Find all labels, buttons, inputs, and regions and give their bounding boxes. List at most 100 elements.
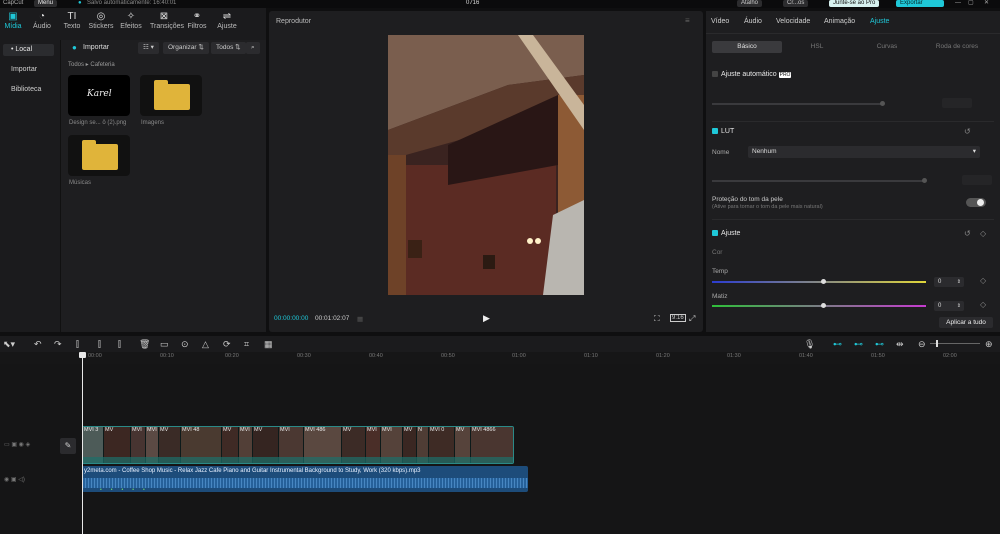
track-cover-icon[interactable]: ▭ ▣ ◉ ◈: [4, 441, 30, 448]
tab-effects[interactable]: ✧ Efeitos: [117, 11, 145, 30]
export-button[interactable]: Exportar: [896, 0, 944, 7]
tab-video[interactable]: Vídeo: [711, 18, 729, 25]
link-main-icon[interactable]: ⊷: [833, 339, 842, 349]
folder-images[interactable]: [140, 75, 202, 116]
keyframe-icon[interactable]: ◇: [980, 300, 986, 309]
audio-track-clip[interactable]: y2meta.com - Coffee Shop Music - Relax J…: [82, 466, 528, 492]
reset-icon[interactable]: ↺: [964, 127, 971, 136]
auto-adjust-checkbox[interactable]: [712, 71, 718, 77]
rotate-icon[interactable]: ⟳: [223, 339, 231, 349]
magnet-icon[interactable]: ⊷: [854, 339, 863, 349]
ratio-button[interactable]: 9:16: [670, 314, 686, 322]
video-track[interactable]: MVI 3 MV MVI MVI MV MVI 48 MV MVI MV MVI…: [82, 426, 514, 464]
close-icon[interactable]: ✕: [984, 0, 989, 7]
search-icon[interactable]: ⌕: [246, 42, 260, 54]
menu-icon[interactable]: ≡: [685, 16, 690, 25]
zoom-in-icon[interactable]: ⊕: [985, 339, 993, 349]
lut-row[interactable]: LUT: [712, 128, 734, 135]
sidebar-item-library[interactable]: Biblioteca: [3, 84, 54, 96]
skin-protect-toggle[interactable]: [966, 198, 986, 207]
auto-adjust-value[interactable]: [942, 98, 972, 108]
split-icon[interactable]: ⫿: [76, 339, 79, 349]
delete-icon[interactable]: 🗑: [139, 339, 150, 349]
zoom-slider[interactable]: [930, 340, 980, 347]
play-button[interactable]: ▶: [483, 313, 490, 324]
playhead-handle[interactable]: [79, 352, 86, 358]
slider-knob[interactable]: [922, 178, 927, 183]
crop-icon[interactable]: ⌗: [244, 339, 249, 349]
temp-slider[interactable]: [712, 279, 926, 284]
project-name[interactable]: 0716: [466, 0, 479, 7]
slider-knob[interactable]: [821, 279, 826, 284]
mirror-icon[interactable]: △: [202, 339, 209, 349]
slider-knob[interactable]: [821, 303, 826, 308]
video-preview[interactable]: [388, 35, 584, 295]
menu-button[interactable]: Menu: [34, 0, 58, 7]
subtab-hsl[interactable]: HSL: [782, 41, 852, 53]
timeline-ruler[interactable]: 00:00 00:10 00:20 00:30 00:40 00:50 01:0…: [0, 352, 1000, 364]
breadcrumb[interactable]: Todos ▸ Cafeteria: [68, 61, 115, 68]
tab-adjust[interactable]: Ajuste: [870, 18, 889, 25]
organize-button[interactable]: Organizar ⇅: [163, 42, 209, 54]
undo-icon[interactable]: ↶: [34, 339, 42, 349]
media-item-design[interactable]: Karel: [68, 75, 130, 116]
fit-icon[interactable]: ⛶: [654, 314, 660, 324]
timecode-icon[interactable]: ▦: [357, 315, 363, 323]
zoom-handle[interactable]: [936, 340, 938, 347]
zoom-out-icon[interactable]: ⊖: [918, 339, 926, 349]
freeze-icon[interactable]: ▭: [160, 339, 169, 349]
link-icon[interactable]: ⊷: [875, 339, 884, 349]
maximize-icon[interactable]: ▢: [968, 0, 974, 7]
temp-value[interactable]: 0 ⇕: [934, 277, 964, 287]
select-tool-icon[interactable]: ⬉▾: [3, 339, 15, 349]
subtab-basic[interactable]: Básico: [712, 41, 782, 53]
tab-stickers[interactable]: ◎ Stickers: [87, 11, 115, 30]
reset-icon[interactable]: ↺: [964, 229, 971, 238]
tint-slider[interactable]: [712, 303, 926, 308]
lut-intensity-value[interactable]: [962, 175, 992, 185]
reverse-icon[interactable]: ⊙: [181, 339, 189, 349]
split-right-icon[interactable]: ⫿: [118, 339, 121, 349]
keyframe-icon[interactable]: ◇: [980, 276, 986, 285]
redo-icon[interactable]: ↷: [54, 339, 62, 349]
tab-filters[interactable]: ⚭ Filtros: [183, 11, 211, 30]
minimize-icon[interactable]: —: [955, 0, 961, 7]
adjust-checkbox[interactable]: [712, 230, 718, 236]
user-avatar[interactable]: Cr...os: [783, 0, 809, 7]
shortcut-button[interactable]: Atalho: [737, 0, 763, 7]
subtab-curves[interactable]: Curvas: [852, 41, 922, 53]
view-toggle[interactable]: ☷ ▾: [138, 42, 159, 54]
tab-text[interactable]: TI Texto: [58, 11, 86, 30]
folder-music[interactable]: [68, 135, 130, 176]
import-button[interactable]: Importar: [83, 44, 109, 51]
auto-adjust-row[interactable]: Ajuste automático PRO: [712, 71, 792, 78]
subtab-color-wheel[interactable]: Roda de cores: [922, 41, 992, 53]
adjust-row[interactable]: Ajuste: [712, 230, 740, 237]
tab-audio[interactable]: ◔ Áudio: [28, 11, 56, 30]
mic-icon[interactable]: 🎙: [804, 339, 815, 349]
sidebar-item-import[interactable]: Importar: [3, 64, 54, 76]
tab-adjust[interactable]: ⇌ Ajuste: [213, 11, 241, 30]
cover-button[interactable]: ✎: [60, 438, 76, 454]
tab-audio[interactable]: Áudio: [744, 18, 762, 25]
preview-axis-icon[interactable]: ⇹: [896, 339, 904, 349]
fullscreen-icon[interactable]: ⤢: [689, 314, 695, 324]
auto-adjust-slider[interactable]: [712, 101, 885, 106]
tab-animation[interactable]: Animação: [824, 18, 855, 25]
playhead[interactable]: [79, 352, 86, 534]
lut-checkbox[interactable]: [712, 128, 718, 134]
audio-track-controls-icon[interactable]: ◉ ▣ ◁): [4, 476, 25, 483]
lut-intensity-slider[interactable]: [712, 178, 927, 183]
filter-all-button[interactable]: Todos ⇅: [211, 42, 246, 54]
tab-transitions[interactable]: ⊠ Transições: [150, 11, 184, 30]
lut-select[interactable]: Nenhum ▾: [748, 146, 980, 158]
slider-knob[interactable]: [880, 101, 885, 106]
keyframe-icon[interactable]: ◇: [980, 229, 986, 238]
apply-all-button[interactable]: Aplicar a tudo: [939, 317, 993, 328]
pro-button[interactable]: Junte-se ao Pro: [829, 0, 880, 7]
smart-crop-icon[interactable]: ▦: [264, 339, 273, 349]
tab-media[interactable]: ▣ Mídia: [0, 11, 27, 30]
tab-speed[interactable]: Velocidade: [776, 18, 810, 25]
split-left-icon[interactable]: ⫿: [98, 339, 101, 349]
sidebar-item-local[interactable]: • Local: [3, 44, 54, 56]
